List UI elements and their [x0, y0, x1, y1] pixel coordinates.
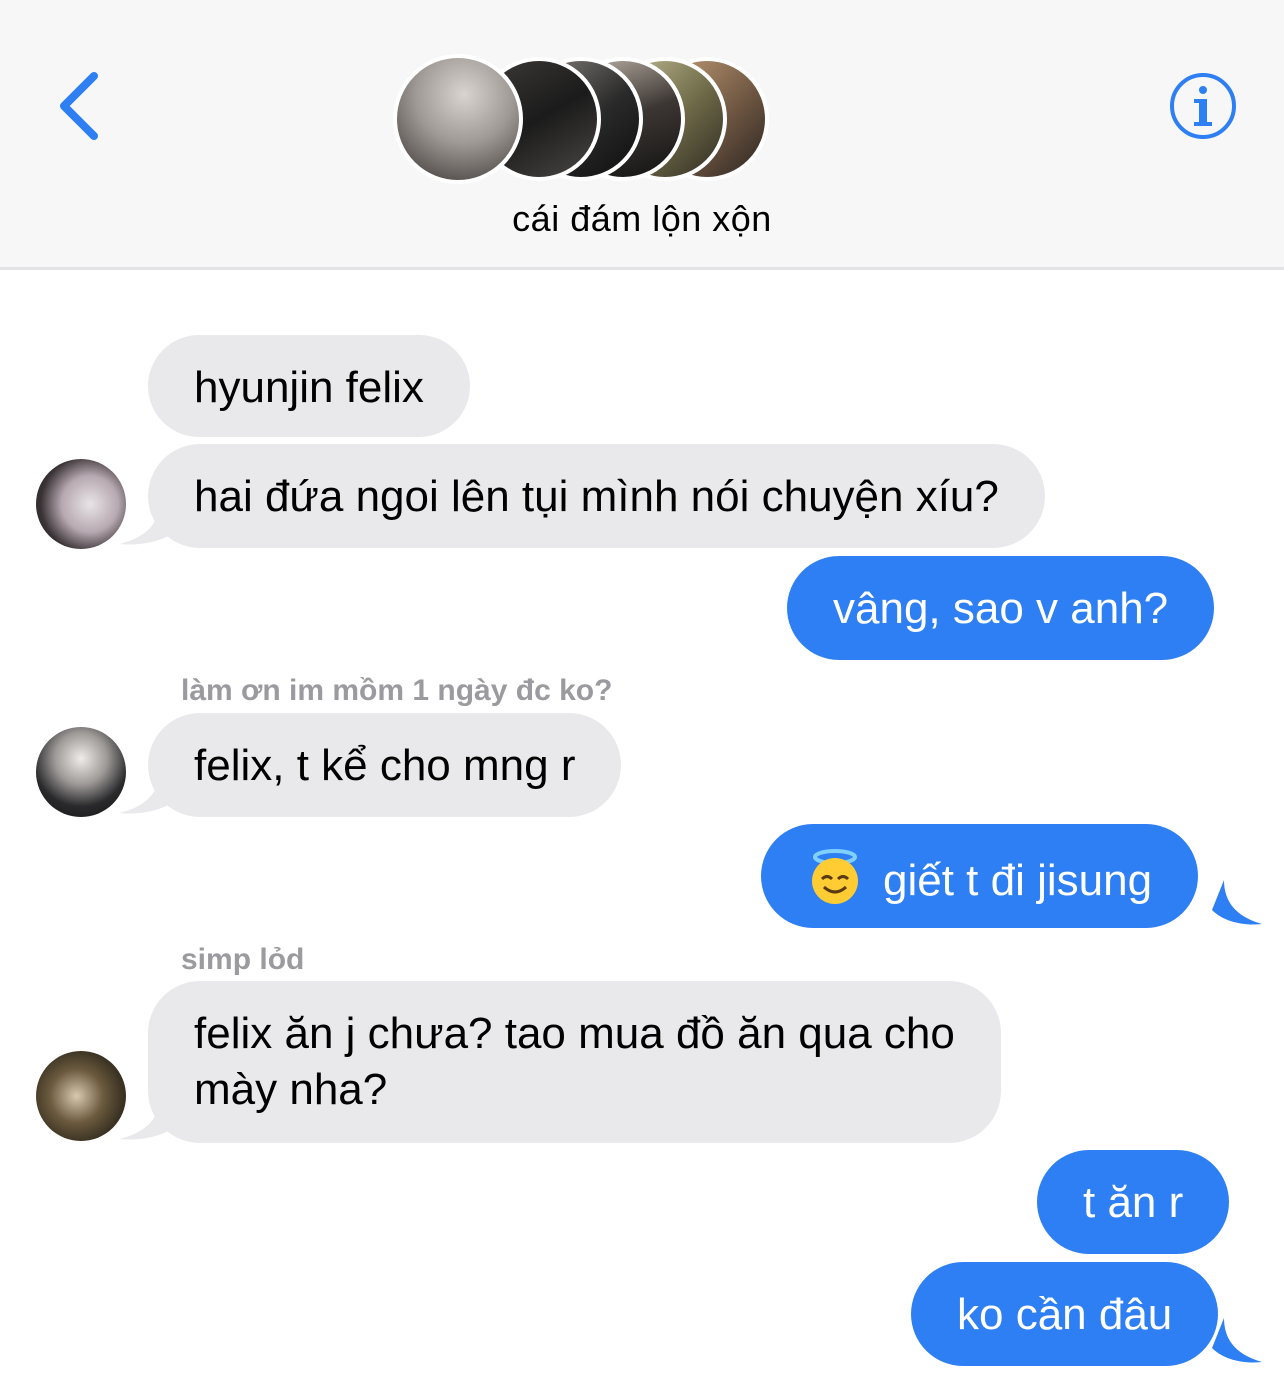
- message-bubble-received[interactable]: felix, t kể cho mng r: [148, 713, 622, 817]
- avatar[interactable]: [36, 459, 126, 549]
- sender-name: simp lỏd: [181, 943, 305, 976]
- message-text: t ăn r: [1083, 1178, 1184, 1227]
- message-text: ko cần đâu: [957, 1290, 1173, 1339]
- conversation-header: cái đám lộn xộn: [0, 0, 1284, 270]
- sender-name: làm ơn im mồm 1 ngày đc ko?: [181, 674, 613, 707]
- group-avatar-stack[interactable]: [393, 54, 773, 187]
- bubble-tail: [1212, 1318, 1262, 1363]
- group-avatar: [393, 54, 523, 184]
- avatar[interactable]: [36, 727, 126, 817]
- message-bubble-received[interactable]: hai đứa ngoi lên tụi mình nói chuyện xíu…: [148, 444, 1045, 548]
- message-bubble-sent[interactable]: vâng, sao v anh?: [787, 556, 1215, 660]
- bubble-tail: [120, 500, 178, 545]
- message-text: mày nha?: [194, 1065, 388, 1114]
- group-name[interactable]: cái đám lộn xộn: [0, 198, 1284, 240]
- back-button[interactable]: [52, 66, 112, 146]
- bubble-tail: [120, 769, 178, 814]
- message-bubble-received[interactable]: hyunjin felix: [148, 335, 470, 437]
- message-text: felix ăn j chưa? tao mua đồ ăn qua cho: [194, 1009, 955, 1058]
- message-bubble-sent[interactable]: t ăn r: [1037, 1150, 1230, 1254]
- info-button[interactable]: [1168, 71, 1238, 141]
- smiling-face-with-halo-icon: [812, 849, 858, 904]
- message-text: giết t đi jisung: [883, 856, 1153, 905]
- message-bubble-sent[interactable]: ko cần đâu: [911, 1262, 1219, 1366]
- bubble-tail: [1212, 880, 1262, 925]
- info-icon: [1170, 73, 1236, 139]
- message-text: hai đứa ngoi lên tụi mình nói chuyện xíu…: [194, 472, 999, 521]
- message-bubble-received[interactable]: felix ăn j chưa? tao mua đồ ăn qua cho m…: [148, 981, 1001, 1143]
- chevron-left-icon: [60, 72, 98, 140]
- message-text: vâng, sao v anh?: [833, 584, 1169, 633]
- message-bubble-sent[interactable]: giết t đi jisung: [761, 824, 1199, 928]
- bubble-tail: [120, 1095, 178, 1140]
- avatar[interactable]: [36, 1051, 126, 1141]
- message-text: hyunjin felix: [194, 363, 424, 412]
- message-text: felix, t kể cho mng r: [194, 741, 576, 790]
